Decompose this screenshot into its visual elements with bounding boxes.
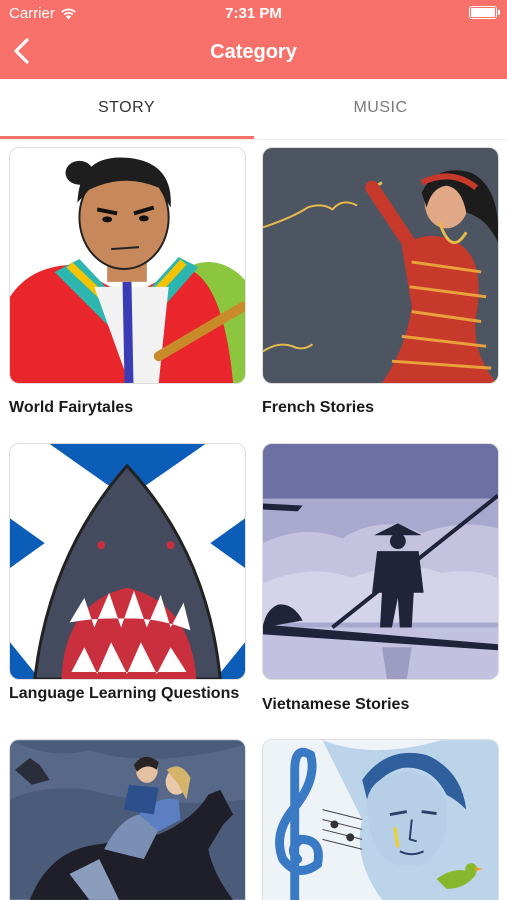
category-card-language-learning[interactable]: Language Learning Questions (9, 443, 246, 704)
samurai-illustration (9, 147, 246, 384)
status-time: 7:31 PM (225, 5, 282, 22)
page-title: Category (210, 41, 297, 63)
category-card-french-stories[interactable]: French Stories (262, 147, 499, 418)
category-card-world-fairytales[interactable]: World Fairytales (9, 147, 246, 418)
music-portrait-illustration (262, 739, 499, 900)
status-bar: Carrier 7:31 PM (0, 0, 507, 28)
category-title: World Fairytales (9, 399, 134, 416)
tab-story[interactable]: STORY (0, 79, 253, 139)
category-title: Vietnamese Stories (262, 696, 410, 713)
category-card-6[interactable] (262, 739, 499, 900)
category-card-vietnamese-stories[interactable]: Vietnamese Stories (262, 443, 499, 715)
battery-icon (469, 6, 500, 19)
boatman-illustration (262, 443, 499, 680)
header: Carrier 7:31 PM Category (0, 0, 507, 79)
category-card-5[interactable] (9, 739, 246, 900)
category-title: French Stories (262, 399, 375, 416)
dancer-illustration (262, 147, 499, 384)
tab-bar: STORY MUSIC (0, 79, 507, 139)
nav-bar: Category (0, 28, 507, 79)
category-title: Language Learning Questions (9, 685, 240, 702)
shark-flag-illustration (9, 443, 246, 680)
horse-riders-illustration (9, 739, 246, 900)
tab-music[interactable]: MUSIC (254, 79, 507, 139)
divider (0, 139, 507, 140)
